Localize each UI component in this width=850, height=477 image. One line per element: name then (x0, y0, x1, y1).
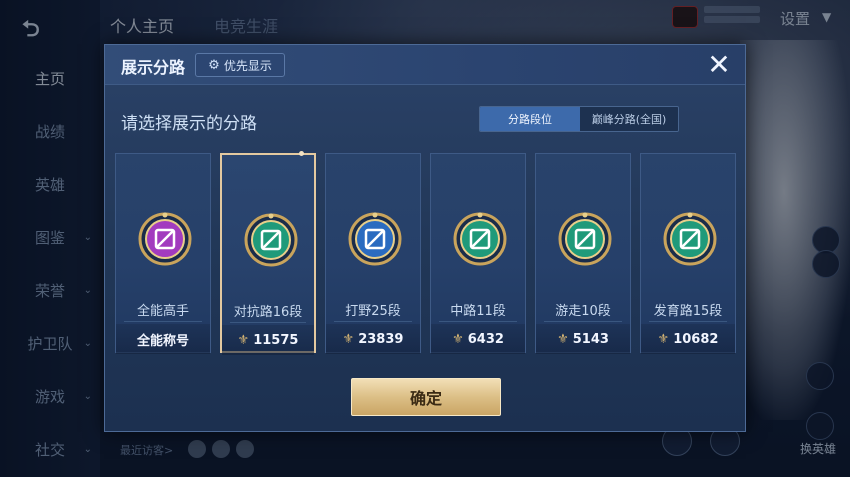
power-icon: ⚜ (657, 331, 670, 347)
lane-display-dialog: 展示分路 ⚙ 优先显示 ✕ 请选择展示的分路 分路段位 巅峰分路(全国) 全能高… (104, 44, 746, 432)
clash-lane-emblem-icon (244, 213, 298, 267)
tab-peak-lane[interactable]: 巅峰分路(全国) (580, 107, 678, 131)
lane-name: 全能高手 (136, 304, 189, 319)
tab-lane-rank[interactable]: 分路段位 (480, 107, 580, 131)
farm-lane-emblem-icon (663, 212, 717, 266)
lane-card[interactable]: 打野25段 ⚜ 23839 (325, 153, 421, 354)
lane-power: ⚜ 5143 (536, 324, 630, 354)
confirm-button[interactable]: 确定 (351, 378, 501, 416)
divider (439, 321, 517, 322)
mid-lane-emblem-icon (453, 212, 507, 266)
close-button[interactable]: ✕ (703, 49, 735, 81)
lane-power-value: 10682 (673, 331, 719, 347)
lane-name: 发育路15段 (653, 304, 723, 319)
roam-emblem-icon (558, 212, 612, 266)
lane-power-value: 11575 (253, 332, 299, 348)
dialog-title: 展示分路 (121, 58, 186, 77)
selection-marker (299, 151, 304, 156)
power-icon: ⚜ (342, 331, 355, 347)
lane-name: 中路11段 (450, 304, 506, 319)
divider (124, 321, 202, 322)
lane-power: ⚜ 23839 (326, 324, 420, 354)
dialog-subtitle: 请选择展示的分路 (121, 114, 257, 134)
jungle-emblem-icon (348, 212, 402, 266)
lane-card[interactable]: 对抗路16段 ⚜ 11575 (220, 151, 316, 355)
lane-card[interactable]: 中路11段 ⚜ 6432 (430, 153, 526, 354)
lane-name: 对抗路16段 (233, 305, 303, 320)
priority-display-button[interactable]: ⚙ 优先显示 (195, 53, 285, 77)
lane-mode-toggle: 分路段位 巅峰分路(全国) (479, 106, 679, 132)
all-round-emblem-icon (138, 212, 192, 266)
lane-power-value: 全能称号 (136, 333, 189, 349)
divider (230, 322, 306, 323)
gear-icon: ⚙ (208, 57, 220, 73)
lane-name: 打野25段 (345, 304, 401, 319)
lane-power: ⚜ 10682 (641, 324, 735, 354)
lane-name: 游走10段 (555, 304, 611, 319)
power-icon: ⚜ (452, 331, 464, 347)
lane-card[interactable]: 游走10段 ⚜ 5143 (535, 153, 631, 354)
lane-card-list: 全能高手 全能称号 对抗路16段 ⚜ 11575 打野25段 ⚜ 23839 中路11段 ⚜ 643… (115, 151, 736, 355)
lane-power-value: 5143 (572, 331, 609, 347)
lane-power: 全能称号 (116, 324, 210, 354)
power-icon: ⚜ (557, 331, 569, 347)
lane-power: ⚜ 6432 (431, 324, 525, 354)
lane-card[interactable]: 全能高手 全能称号 (115, 153, 211, 354)
lane-card[interactable]: 发育路15段 ⚜ 10682 (640, 153, 736, 354)
power-icon: ⚜ (237, 332, 250, 348)
lane-power: ⚜ 11575 (222, 325, 314, 355)
lane-power-value: 23839 (358, 331, 404, 347)
divider (334, 321, 412, 322)
dialog-header: 展示分路 ⚙ 优先显示 ✕ (105, 45, 745, 85)
divider (649, 321, 727, 322)
lane-power-value: 6432 (467, 331, 504, 347)
priority-display-label: 优先显示 (223, 58, 272, 73)
divider (544, 321, 622, 322)
